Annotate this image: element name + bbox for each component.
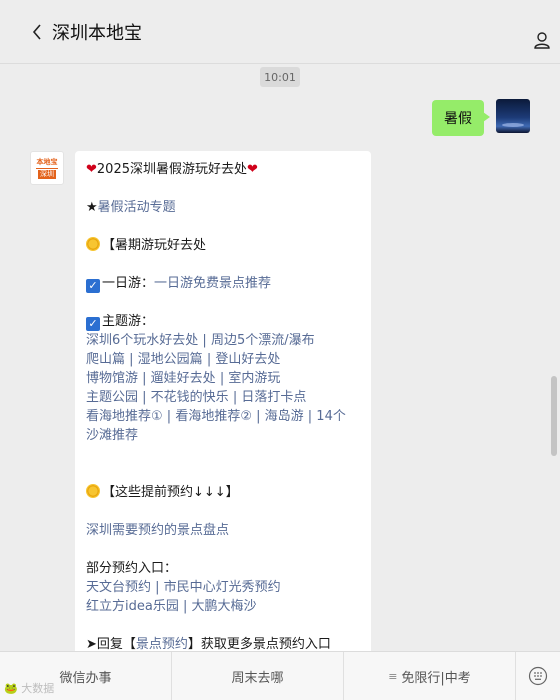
sun-icon: [86, 484, 100, 498]
avatar-logo-divider: [36, 167, 58, 169]
avatar-logo-text: 本地宝: [36, 157, 58, 166]
theme-link[interactable]: 室内游玩: [228, 371, 280, 386]
theme-link[interactable]: 14个: [316, 409, 346, 424]
menu-item-weekend[interactable]: 周末去哪: [172, 652, 344, 700]
check-icon: ✓: [86, 317, 100, 331]
chat-area[interactable]: 10:01 暑假 本地宝 深圳 ❤2025深圳暑假游玩好去处❤ ★暑假活动专题 …: [0, 65, 548, 651]
day-trip-link[interactable]: 一日游免费景点推荐: [154, 276, 271, 291]
theme-link[interactable]: 日落打卡点: [241, 390, 306, 405]
theme-links-row: 沙滩推荐: [86, 426, 361, 445]
star-icon: ★: [86, 200, 98, 215]
theme-links-row: 爬山篇 | 湿地公园篇 | 登山好去处: [86, 352, 281, 367]
theme-link[interactable]: 深圳6个玩水好去处: [86, 333, 198, 348]
theme-link[interactable]: 遛娃好去处: [151, 371, 216, 386]
theme-link[interactable]: 看海地推荐①: [86, 409, 163, 424]
section-heading-text: 【暑期游玩好去处: [102, 238, 207, 253]
theme-link[interactable]: 看海地推荐②: [175, 409, 252, 424]
outgoing-bubble[interactable]: 暑假: [432, 100, 490, 136]
check-icon: ✓: [86, 279, 100, 293]
menu-item-label: 周末去哪: [231, 670, 284, 686]
reply-keyword-link[interactable]: 景点预约: [136, 637, 188, 651]
entry-link[interactable]: 天文台预约: [86, 580, 151, 595]
theme-line: ✓ 主题游：: [86, 312, 361, 331]
section-heading-summer: 【暑期游玩好去处: [86, 236, 361, 255]
theme-links-row: 主题公园 | 不花钱的快乐 | 日落打卡点: [86, 390, 307, 405]
timestamp: 10:01: [260, 67, 300, 87]
heart-icon: ❤: [247, 162, 258, 177]
message-title-line: ❤2025深圳暑假游玩好去处❤: [86, 160, 361, 179]
chevron-left-icon: [32, 24, 41, 40]
watermark: 🐸 大数据: [4, 682, 55, 695]
entry-link[interactable]: 大鹏大梅沙: [192, 599, 257, 614]
person-icon: [534, 32, 550, 49]
menu-item-label: 免限行|中考: [401, 670, 471, 686]
booking-line: 深圳需要预约的景点盘点: [86, 521, 361, 540]
reply-prefix: ➤回复【: [86, 637, 136, 651]
section-heading-text: 【这些提前预约↓↓↓】: [102, 485, 239, 500]
section-heading-booking: 【这些提前预约↓↓↓】: [86, 483, 361, 502]
sun-icon: [86, 237, 100, 251]
official-account-avatar[interactable]: 本地宝 深圳: [30, 151, 64, 185]
chat-scrollbar[interactable]: [550, 70, 558, 646]
reply-hint-line: ➤回复【景点预约】获取更多景点预约入口: [86, 635, 361, 651]
theme-link[interactable]: 爬山篇: [86, 352, 125, 367]
special-line: ★暑假活动专题: [86, 198, 361, 217]
keyboard-toggle-button[interactable]: [516, 652, 560, 700]
day-trip-line: ✓ 一日游：一日游免费景点推荐: [86, 274, 361, 293]
day-trip-label: 一日游：: [102, 276, 155, 291]
theme-link[interactable]: 登山好去处: [215, 352, 280, 367]
page-title: 深圳本地宝: [52, 23, 142, 44]
entry-link[interactable]: 红立方idea乐园: [86, 599, 179, 614]
theme-label: 主题游：: [102, 314, 155, 329]
entry-label: 部分预约入口：: [86, 561, 178, 576]
back-button[interactable]: [26, 20, 48, 44]
incoming-bubble: ❤2025深圳暑假游玩好去处❤ ★暑假活动专题 【暑期游玩好去处 ✓ 一日游：一日…: [75, 151, 371, 651]
theme-links-row: 深圳6个玩水好去处 | 周边5个漂流/瀑布: [86, 333, 315, 348]
keyboard-icon: [528, 666, 548, 686]
reply-suffix: 】获取更多景点预约入口: [187, 637, 331, 651]
theme-links-row: 博物馆游 | 遛娃好去处 | 室内游玩: [86, 371, 281, 386]
user-avatar[interactable]: [496, 99, 530, 133]
theme-link[interactable]: 不花钱的快乐: [151, 390, 229, 405]
heart-icon: ❤: [86, 162, 97, 177]
booking-link[interactable]: 深圳需要预约的景点盘点: [86, 523, 229, 538]
theme-link[interactable]: 主题公园: [86, 390, 138, 405]
profile-button[interactable]: [530, 28, 554, 52]
chat-header: 深圳本地宝: [0, 0, 560, 64]
theme-links-row: 看海地推荐① | 看海地推荐② | 海岛游 | 14个: [86, 409, 346, 424]
special-topic-link[interactable]: 暑假活动专题: [98, 200, 176, 215]
menu-item-traffic-exam[interactable]: ≡ 免限行|中考: [344, 652, 516, 700]
message-title: 2025深圳暑假游玩好去处: [96, 162, 247, 177]
entry-links-row: 红立方idea乐园 | 大鹏大梅沙: [86, 599, 257, 614]
theme-link[interactable]: 湿地公园篇: [138, 352, 203, 367]
bottom-menu: 微信办事 周末去哪 ≡ 免限行|中考: [0, 651, 560, 700]
theme-link[interactable]: 博物馆游: [86, 371, 138, 386]
theme-link[interactable]: 海岛游: [265, 409, 304, 424]
outgoing-message: 暑假: [432, 99, 530, 136]
submenu-icon: ≡: [388, 669, 398, 683]
scroll-thumb[interactable]: [551, 376, 557, 456]
entry-link[interactable]: 市民中心灯光秀预约: [164, 580, 281, 595]
entry-links-row: 天文台预约 | 市民中心灯光秀预约: [86, 580, 281, 595]
theme-link[interactable]: 沙滩推荐: [86, 428, 138, 443]
avatar-logo-city: 深圳: [38, 169, 56, 179]
incoming-message: 本地宝 深圳 ❤2025深圳暑假游玩好去处❤ ★暑假活动专题 【暑期游玩好去处 …: [30, 151, 371, 651]
menu-item-label: 微信办事: [59, 670, 112, 686]
theme-link[interactable]: 周边5个漂流/瀑布: [211, 333, 315, 348]
